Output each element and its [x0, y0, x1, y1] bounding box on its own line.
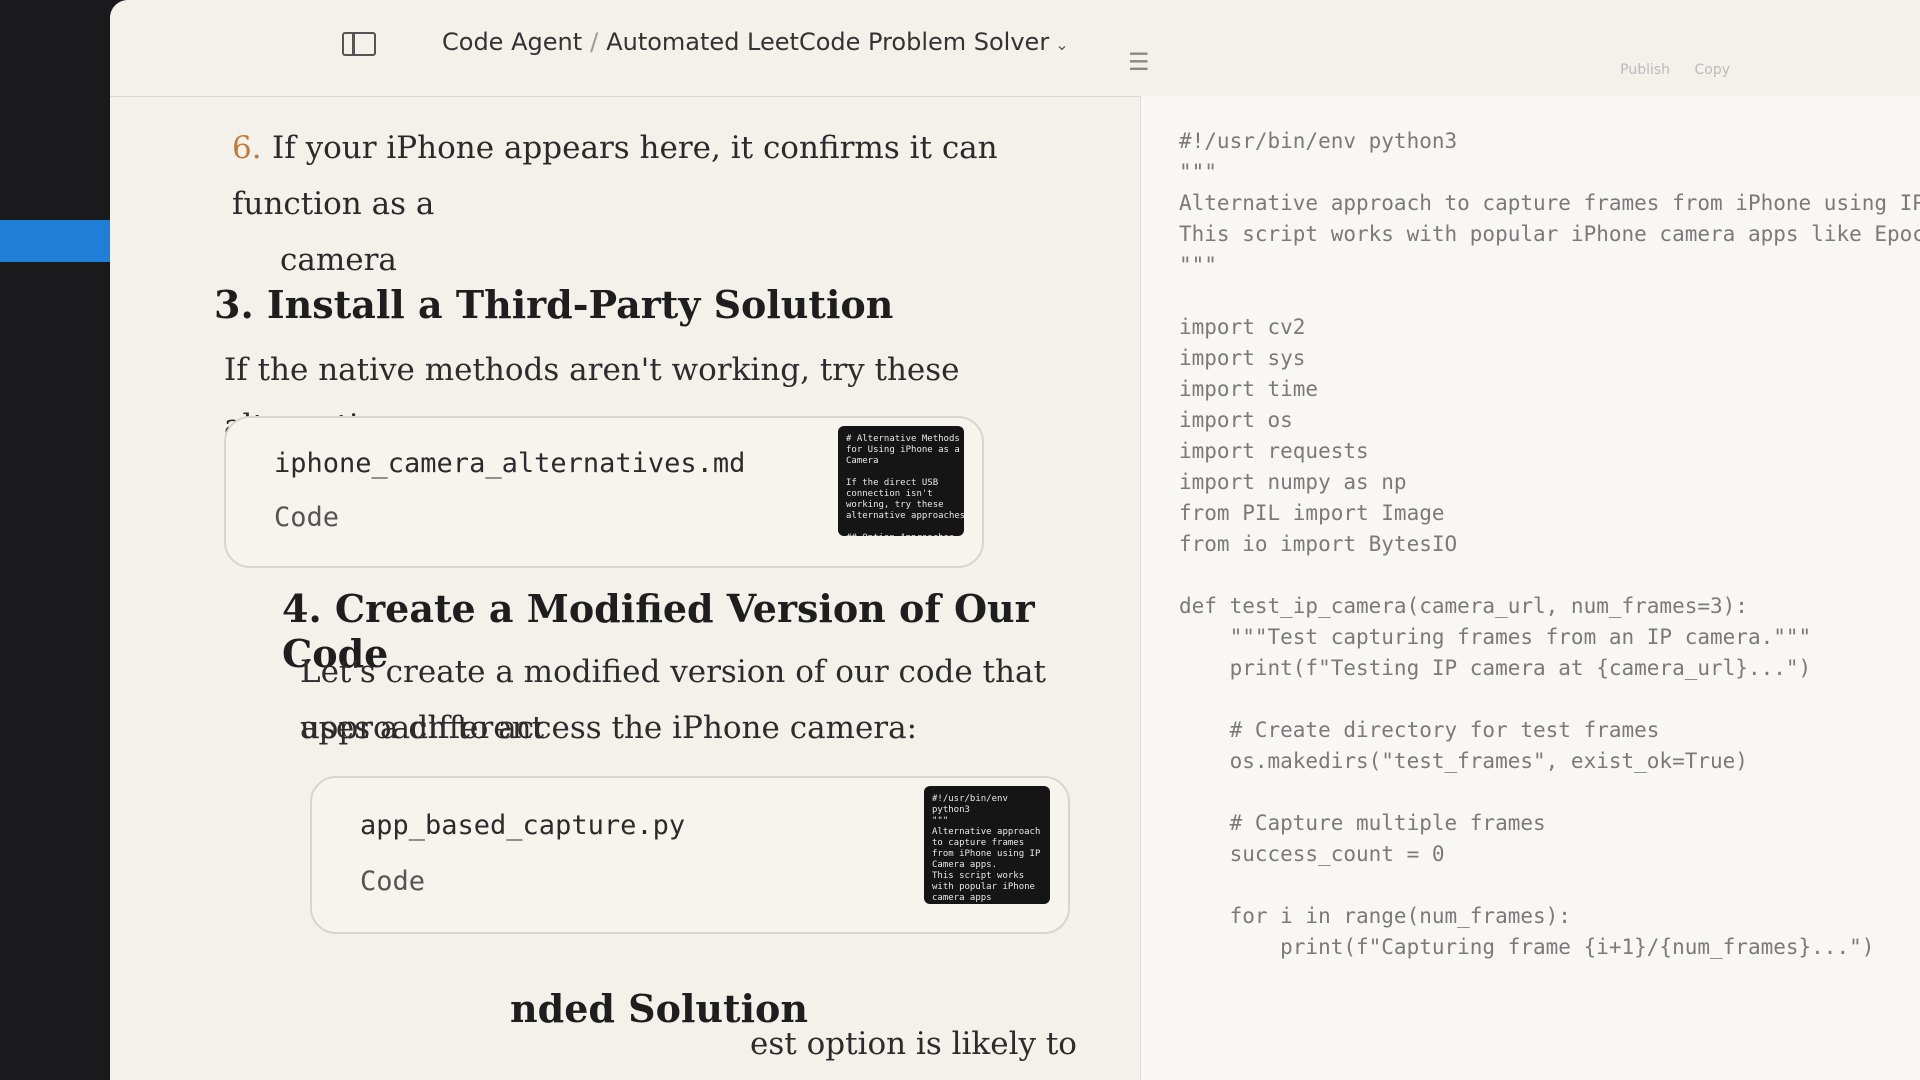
step6-text-continued: camera — [280, 242, 397, 278]
copy-button[interactable]: Copy — [1694, 62, 1730, 78]
code-line: import os — [1179, 408, 1293, 432]
publish-button[interactable]: Publish — [1620, 62, 1670, 78]
code-line: """Test capturing frames from an IP came… — [1179, 625, 1812, 649]
code-line: import cv2 — [1179, 315, 1306, 339]
code-line: import time — [1179, 377, 1319, 401]
artifact-type: Code — [274, 502, 340, 533]
code-line: import sys — [1179, 346, 1306, 370]
breadcrumb-conversation[interactable]: Automated LeetCode Problem Solver — [606, 28, 1049, 56]
section-4-text-line2: approach to access the iPhone camera: — [300, 710, 918, 746]
code-line: for i in range(num_frames): — [1179, 904, 1571, 928]
code-line: # Create directory for test frames — [1179, 718, 1660, 742]
code-line: import numpy as np — [1179, 470, 1407, 494]
code-line: """ — [1179, 253, 1217, 277]
breadcrumb-separator: / — [590, 28, 599, 56]
code-line: # Capture multiple frames — [1179, 811, 1546, 835]
artifact-preview-thumbnail: # Alternative Methods for Using iPhone a… — [838, 426, 964, 536]
code-line: #!/usr/bin/env python3 — [1179, 129, 1458, 153]
code-line: from io import BytesIO — [1179, 532, 1458, 556]
list-number: 6. — [232, 130, 262, 166]
chat-column: 6. If your iPhone appears here, it confir… — [110, 96, 1120, 1080]
code-line: os.makedirs("test_frames", exist_ok=True… — [1179, 749, 1748, 773]
code-line: success_count = 0 — [1179, 842, 1445, 866]
code-line: def test_ip_camera(camera_url, num_frame… — [1179, 594, 1748, 618]
code-panel[interactable]: #!/usr/bin/env python3 """ Alternative a… — [1140, 96, 1920, 1080]
artifact-filename: app_based_capture.py — [360, 810, 686, 841]
section-3-heading: 3. Install a Third-Party Solution — [214, 282, 894, 327]
code-line: print(f"Testing IP camera at {camera_url… — [1179, 656, 1812, 680]
app-window: Code Agent / Automated LeetCode Problem So… — [110, 0, 1920, 1080]
breadcrumb: Code Agent / Automated LeetCode Problem So… — [442, 28, 1069, 56]
step6-text: If your iPhone appears here, it confirms… — [232, 130, 998, 222]
code-line: from PIL import Image — [1179, 501, 1445, 525]
code-line: import requests — [1179, 439, 1369, 463]
section-5-text: est option is likely to use an IP — [750, 1026, 1077, 1062]
code-line: This script works with popular iPhone ca… — [1179, 222, 1920, 246]
toolbar-right: Publish Copy — [1600, 62, 1730, 78]
code-line: Alternative approach to capture frames f… — [1179, 191, 1920, 215]
artifact-preview-thumbnail: #!/usr/bin/env python3 """ Alternative a… — [924, 786, 1050, 904]
sidebar-toggle-icon[interactable] — [342, 32, 376, 56]
top-bar: Code Agent / Automated LeetCode Problem So… — [110, 0, 1920, 97]
artifact-type: Code — [360, 866, 426, 897]
artifact-filename: iphone_camera_alternatives.md — [274, 448, 746, 479]
artifact-card-python[interactable]: app_based_capture.py Code #!/usr/bin/env… — [310, 776, 1070, 934]
chevron-down-icon[interactable]: ⌄ — [1055, 35, 1068, 54]
table-of-contents-icon[interactable]: ☰ — [1128, 48, 1150, 76]
breadcrumb-project[interactable]: Code Agent — [442, 28, 582, 56]
backdrop-strip — [0, 220, 115, 262]
list-item-step-6: 6. If your iPhone appears here, it confir… — [232, 120, 1092, 288]
artifact-card-markdown[interactable]: iphone_camera_alternatives.md Code # Alt… — [224, 416, 984, 568]
code-line: """ — [1179, 160, 1217, 184]
code-line: print(f"Capturing frame {i+1}/{num_frame… — [1179, 935, 1875, 959]
